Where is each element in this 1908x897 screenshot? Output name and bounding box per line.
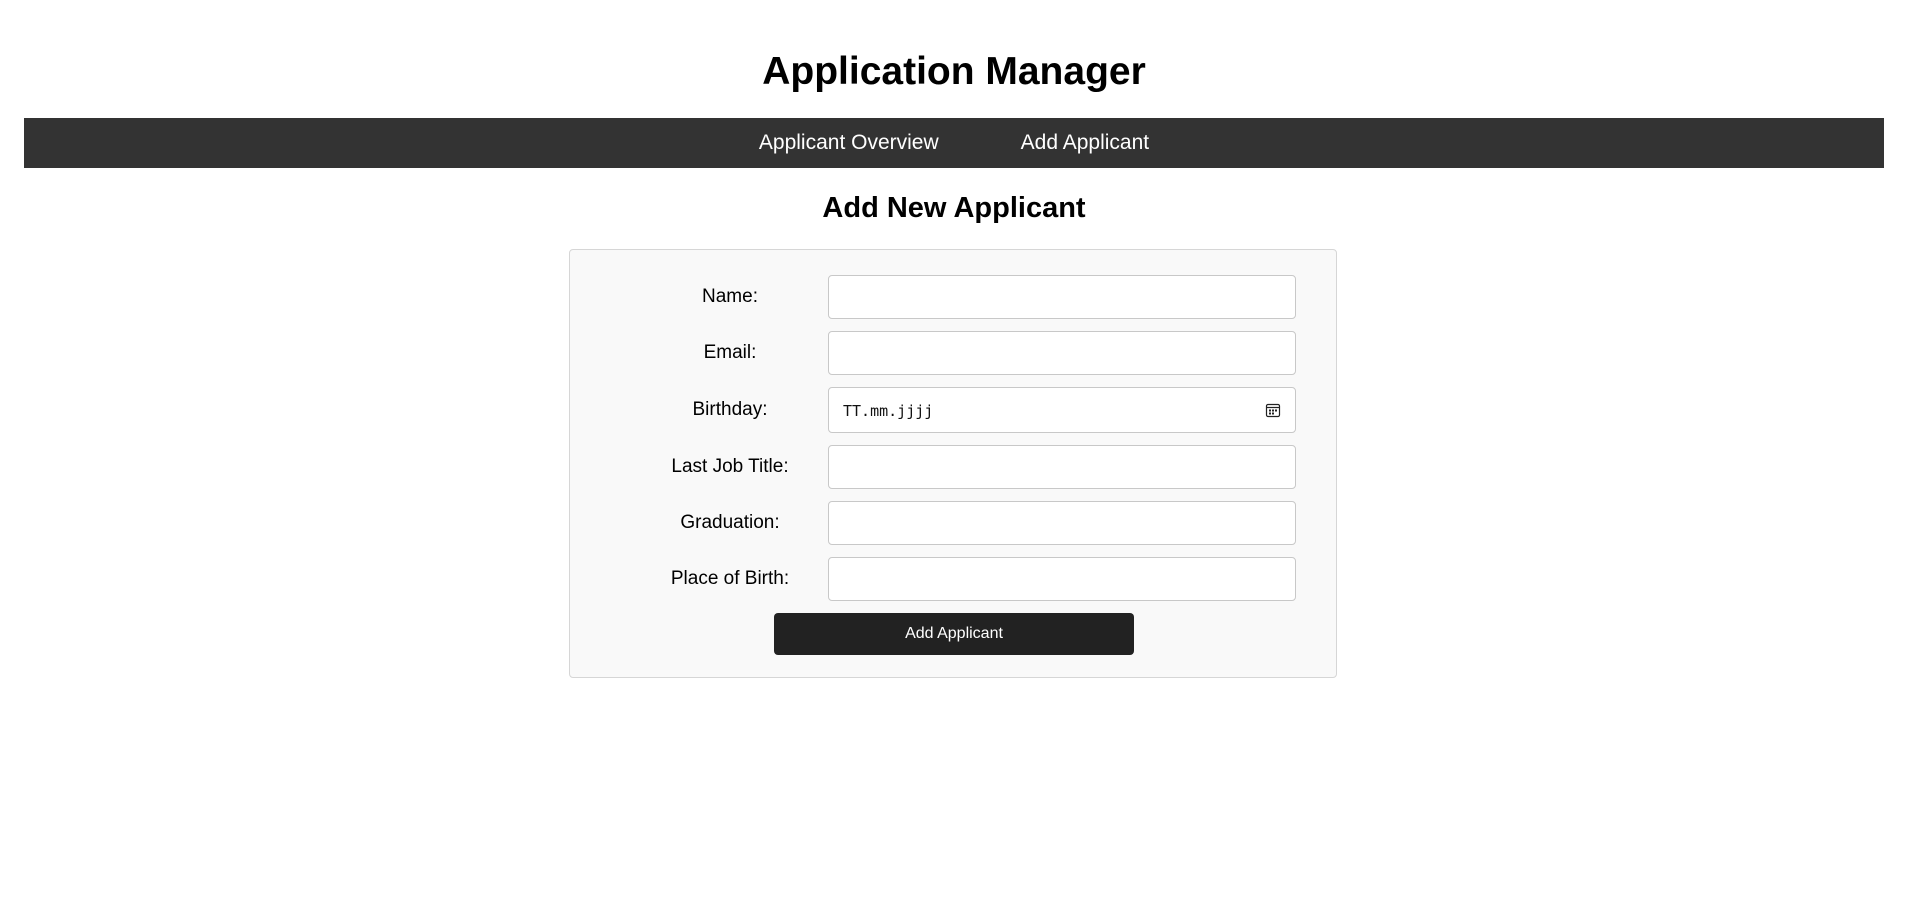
name-label: Name: (702, 286, 758, 307)
add-applicant-form: Name: Email: Birthday: TT.mm.jjjj Last J… (569, 249, 1337, 678)
name-input[interactable] (828, 275, 1296, 319)
place-of-birth-label: Place of Birth: (670, 568, 790, 589)
main-navbar: Applicant Overview Add Applicant (24, 118, 1884, 168)
last-job-title-label: Last Job Title: (671, 456, 789, 477)
graduation-input[interactable] (828, 501, 1296, 545)
birthday-date-placeholder: TT.mm.jjjj (843, 402, 934, 420)
nav-link-applicant-overview[interactable]: Applicant Overview (759, 118, 939, 168)
nav-link-add-applicant[interactable]: Add Applicant (1021, 118, 1149, 168)
add-applicant-button[interactable]: Add Applicant (774, 613, 1134, 655)
place-of-birth-input[interactable] (828, 557, 1296, 601)
birthday-label: Birthday: (692, 399, 768, 420)
birthday-date-input[interactable]: TT.mm.jjjj (828, 387, 1296, 433)
graduation-label: Graduation: (680, 512, 780, 533)
page-title: Add New Applicant (822, 192, 1086, 224)
calendar-icon[interactable] (1265, 402, 1281, 418)
last-job-title-input[interactable] (828, 445, 1296, 489)
email-label: Email: (703, 342, 757, 363)
email-input[interactable] (828, 331, 1296, 375)
app-title: Application Manager (762, 50, 1146, 93)
